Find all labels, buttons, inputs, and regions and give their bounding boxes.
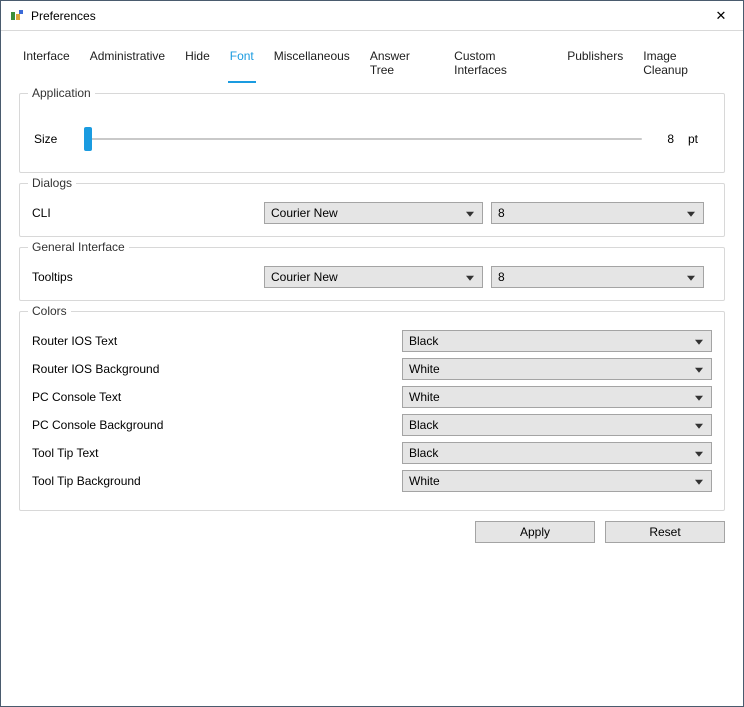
close-icon: ✕	[716, 8, 727, 24]
cli-font-select[interactable]: Courier New	[264, 202, 483, 224]
color-select-tool-tip-text[interactable]: Black	[402, 442, 712, 464]
app-size-unit: pt	[688, 132, 710, 146]
tooltips-size-select[interactable]: 8	[491, 266, 704, 288]
tab-miscellaneous[interactable]: Miscellaneous	[272, 45, 352, 83]
color-select-pc-console-background[interactable]: Black	[402, 414, 712, 436]
group-colors-legend: Colors	[28, 304, 71, 318]
color-label: Tool Tip Background	[32, 474, 402, 488]
cli-size-value: 8	[498, 206, 505, 220]
tab-publishers[interactable]: Publishers	[565, 45, 625, 83]
apply-button[interactable]: Apply	[475, 521, 595, 543]
cli-label: CLI	[32, 206, 264, 220]
titlebar: Preferences ✕	[1, 1, 743, 31]
tab-image-cleanup[interactable]: Image Cleanup	[641, 45, 723, 83]
app-icon	[9, 8, 25, 24]
tab-bar: Interface Administrative Hide Font Misce…	[19, 39, 725, 83]
color-row-pc-console-background: PC Console Background Black	[32, 414, 712, 436]
cli-font-value: Courier New	[271, 206, 338, 220]
slider-thumb[interactable]	[84, 127, 92, 151]
tab-font[interactable]: Font	[228, 45, 256, 83]
tooltips-font-value: Courier New	[271, 270, 338, 284]
app-size-slider[interactable]	[84, 126, 642, 152]
group-application: Application Size 8 pt	[19, 93, 725, 173]
group-application-legend: Application	[28, 86, 95, 100]
tab-administrative[interactable]: Administrative	[88, 45, 167, 83]
content: Interface Administrative Hide Font Misce…	[1, 31, 743, 561]
window-title: Preferences	[31, 9, 96, 23]
group-general-interface-legend: General Interface	[28, 240, 129, 254]
color-select-router-ios-text[interactable]: Black	[402, 330, 712, 352]
color-select-pc-console-text[interactable]: White	[402, 386, 712, 408]
color-row-router-ios-text: Router IOS Text Black	[32, 330, 712, 352]
cli-size-select[interactable]: 8	[491, 202, 704, 224]
tab-hide[interactable]: Hide	[183, 45, 212, 83]
color-row-router-ios-background: Router IOS Background White	[32, 358, 712, 380]
app-size-label: Size	[34, 132, 70, 146]
tooltips-size-value: 8	[498, 270, 505, 284]
group-dialogs-legend: Dialogs	[28, 176, 76, 190]
group-colors: Colors Router IOS Text Black Router IOS …	[19, 311, 725, 511]
tooltips-label: Tooltips	[32, 270, 264, 284]
color-label: Router IOS Background	[32, 362, 402, 376]
group-dialogs: Dialogs CLI Courier New 8	[19, 183, 725, 237]
color-label: Tool Tip Text	[32, 446, 402, 460]
tooltips-font-select[interactable]: Courier New	[264, 266, 483, 288]
app-size-value: 8	[656, 132, 674, 146]
tab-interface[interactable]: Interface	[21, 45, 72, 83]
color-label: PC Console Background	[32, 418, 402, 432]
color-select-tool-tip-background[interactable]: White	[402, 470, 712, 492]
tab-answer-tree[interactable]: Answer Tree	[368, 45, 436, 83]
color-label: Router IOS Text	[32, 334, 402, 348]
color-label: PC Console Text	[32, 390, 402, 404]
tab-custom-interfaces[interactable]: Custom Interfaces	[452, 45, 549, 83]
color-row-tool-tip-text: Tool Tip Text Black	[32, 442, 712, 464]
group-general-interface: General Interface Tooltips Courier New 8	[19, 247, 725, 301]
button-row: Apply Reset	[19, 521, 725, 543]
color-row-pc-console-text: PC Console Text White	[32, 386, 712, 408]
color-row-tool-tip-background: Tool Tip Background White	[32, 470, 712, 492]
close-button[interactable]: ✕	[699, 1, 743, 31]
color-select-router-ios-background[interactable]: White	[402, 358, 712, 380]
reset-button[interactable]: Reset	[605, 521, 725, 543]
slider-track	[84, 138, 642, 140]
